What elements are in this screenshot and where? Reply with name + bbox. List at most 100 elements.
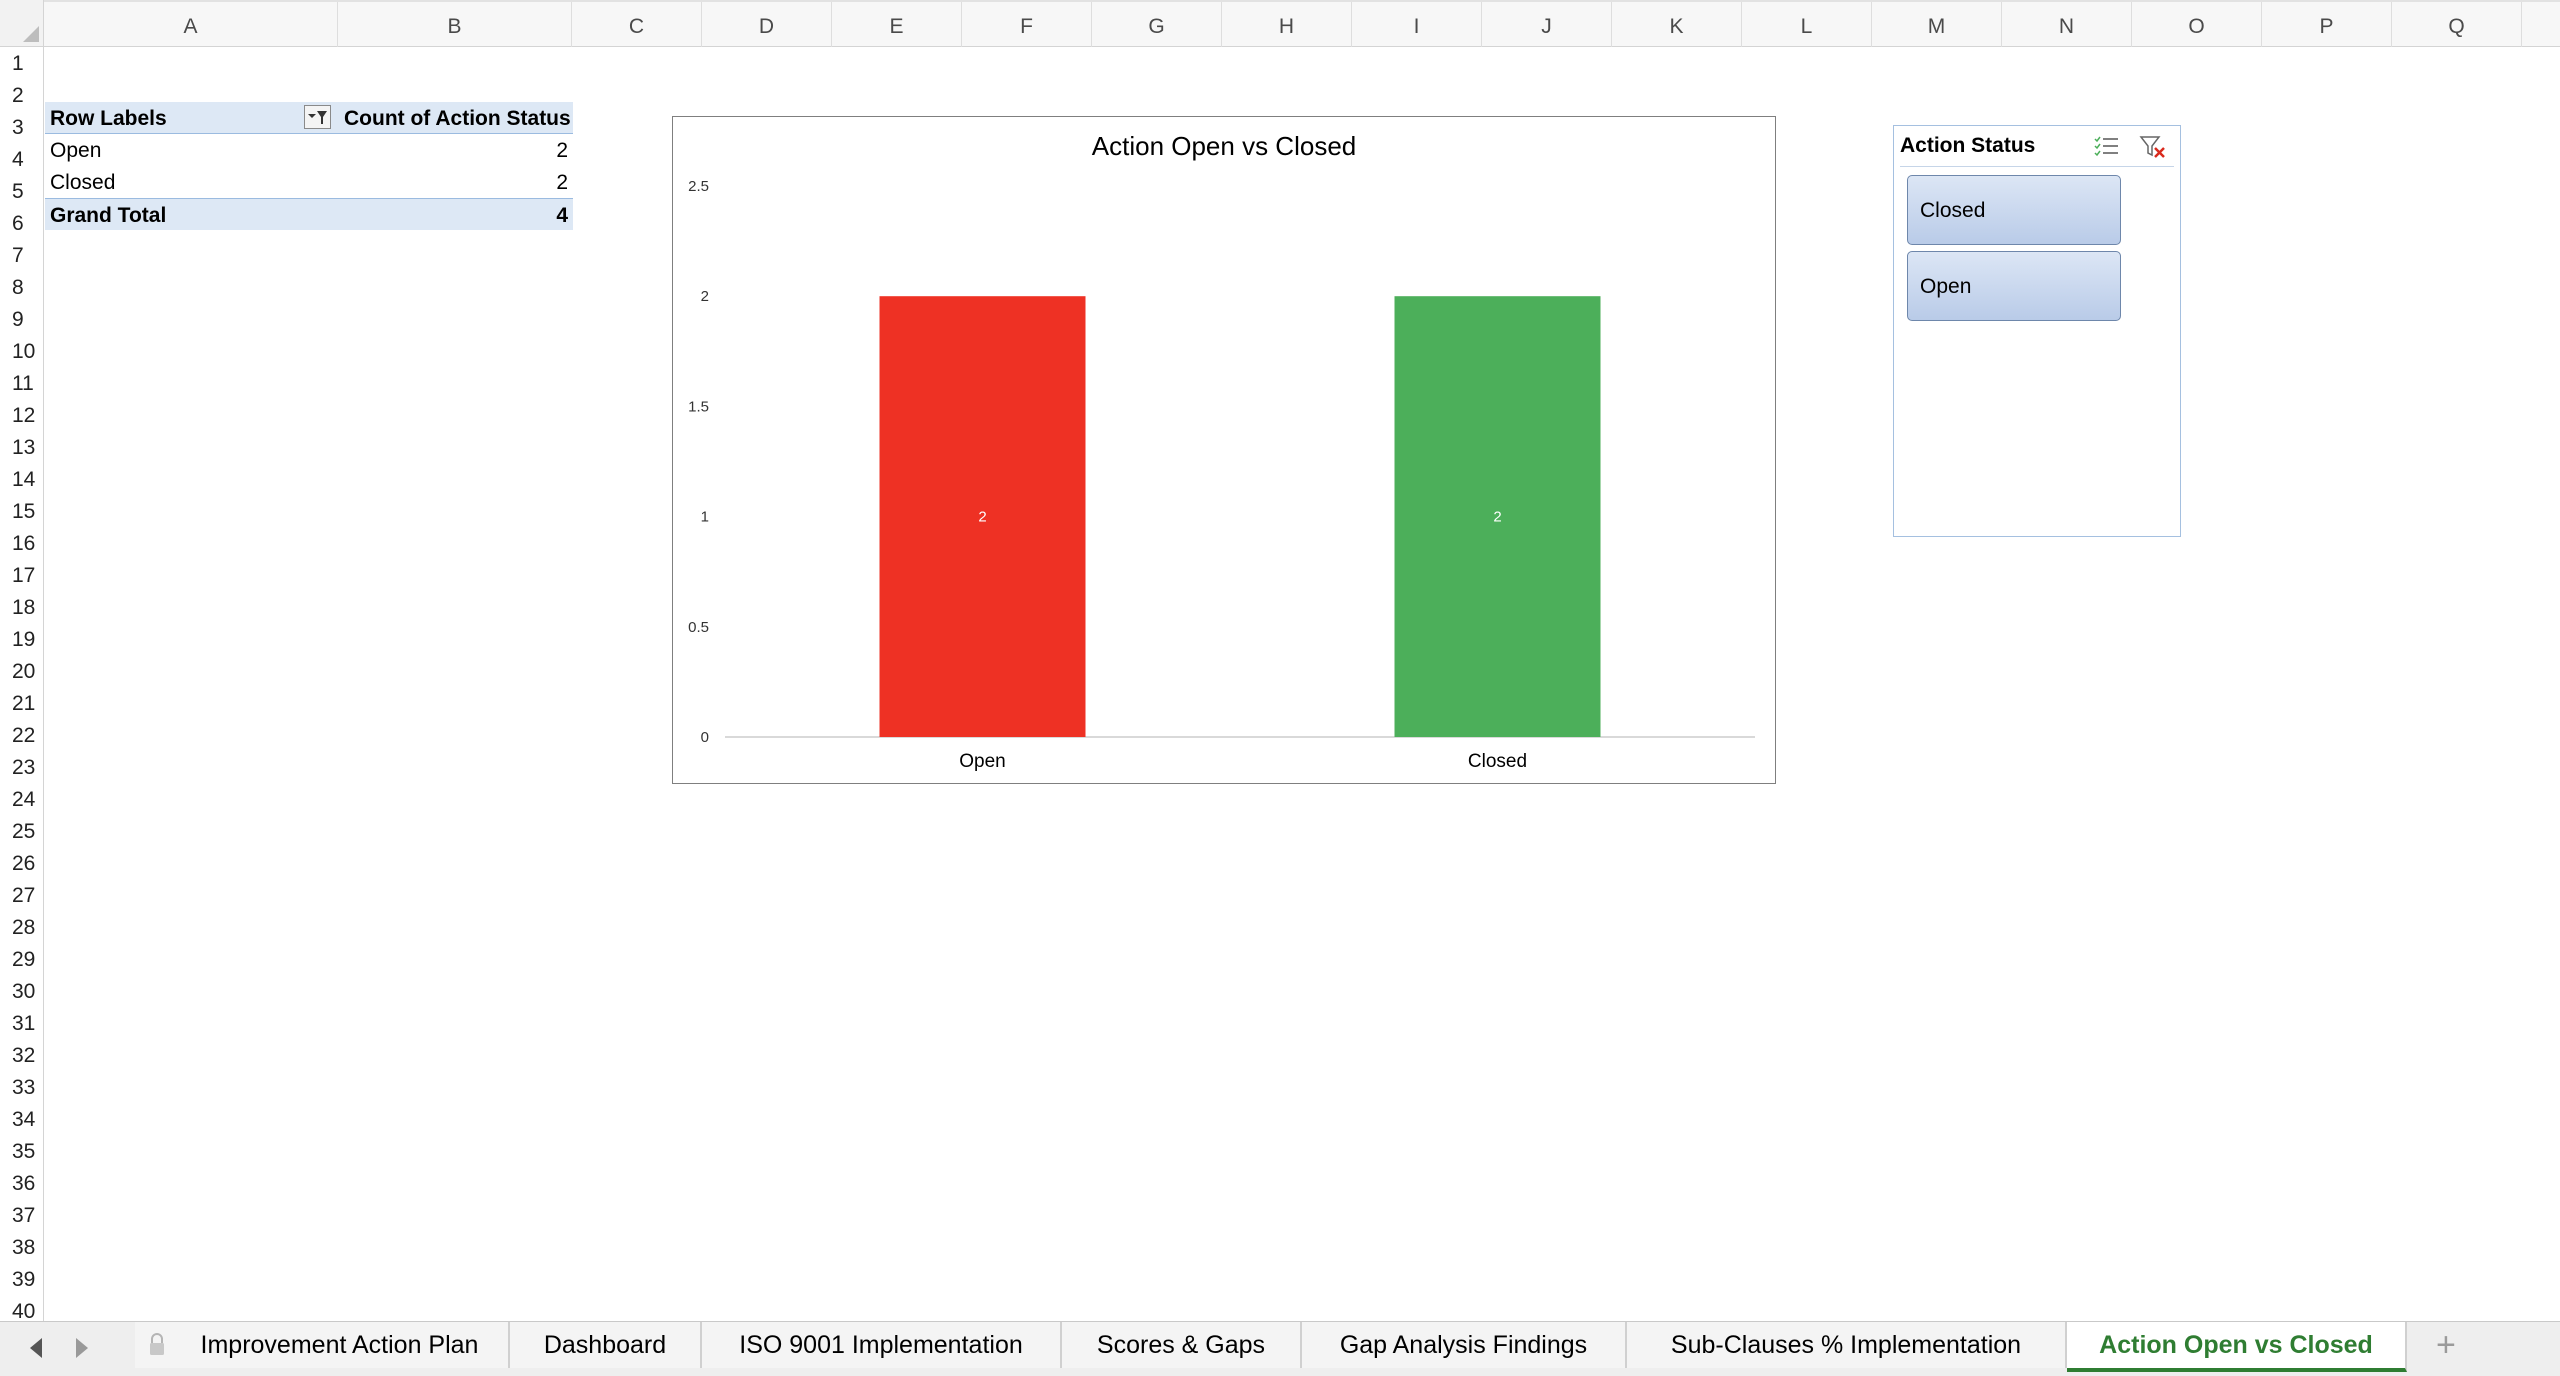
row-header[interactable]: 12: [0, 399, 44, 431]
row-header[interactable]: 19: [0, 623, 44, 655]
x-category-label: Closed: [1468, 751, 1527, 772]
column-header[interactable]: Q: [2392, 2, 2522, 47]
column-header[interactable]: O: [2132, 2, 2262, 47]
slicer-title: Action Status: [1900, 134, 2036, 157]
column-header[interactable]: J: [1482, 2, 1612, 47]
row-header[interactable]: 37: [0, 1199, 44, 1231]
tab-gap-analysis-findings[interactable]: Gap Analysis Findings: [1302, 1322, 1627, 1368]
tab-sub-clauses-implementation[interactable]: Sub-Clauses % Implementation: [1627, 1322, 2067, 1368]
row-header[interactable]: 24: [0, 783, 44, 815]
column-headers: A B C D E F G H I J K L M N O P Q: [44, 0, 2560, 47]
row-header[interactable]: 6: [0, 207, 44, 239]
row-header[interactable]: 16: [0, 527, 44, 559]
row-header[interactable]: 14: [0, 463, 44, 495]
pivot-row-label[interactable]: Closed: [45, 166, 339, 198]
tab-scores-and-gaps[interactable]: Scores & Gaps: [1062, 1322, 1302, 1368]
row-header[interactable]: 22: [0, 719, 44, 751]
row-header[interactable]: 36: [0, 1167, 44, 1199]
pivot-row-label[interactable]: Open: [45, 134, 339, 166]
row-header[interactable]: 3: [0, 111, 44, 143]
clear-filter-icon[interactable]: [2138, 132, 2168, 162]
row-header[interactable]: 4: [0, 143, 44, 175]
column-header[interactable]: A: [44, 2, 338, 47]
y-tick-label: 0: [701, 729, 709, 746]
row-header[interactable]: 9: [0, 303, 44, 335]
row-header[interactable]: 33: [0, 1071, 44, 1103]
row-header[interactable]: 32: [0, 1039, 44, 1071]
column-header[interactable]: I: [1352, 2, 1482, 47]
tab-improvement-action-plan[interactable]: Improvement Action Plan: [135, 1322, 510, 1368]
slicer-item-open[interactable]: Open: [1907, 251, 2121, 321]
row-header[interactable]: 35: [0, 1135, 44, 1167]
add-sheet-icon[interactable]: +: [2436, 1326, 2456, 1365]
pivot-total-label[interactable]: Grand Total: [45, 198, 339, 230]
bar-data-label: 2: [978, 509, 986, 526]
tab-dashboard[interactable]: Dashboard: [510, 1322, 702, 1368]
column-header[interactable]: L: [1742, 2, 1872, 47]
pivot-row-value[interactable]: 2: [339, 166, 573, 198]
row-header[interactable]: 10: [0, 335, 44, 367]
triangle-right-icon[interactable]: [72, 1336, 92, 1366]
row-header[interactable]: 34: [0, 1103, 44, 1135]
row-header[interactable]: 2: [0, 79, 44, 111]
column-header[interactable]: P: [2262, 2, 2392, 47]
column-header[interactable]: E: [832, 2, 962, 47]
bar-chart[interactable]: Action Open vs Closed 0 0.5 1 1.5 2 2.5 2 Open 2…: [672, 116, 1776, 784]
row-header[interactable]: 39: [0, 1263, 44, 1295]
row-header[interactable]: 1: [0, 47, 44, 79]
row-header[interactable]: 11: [0, 367, 44, 399]
select-all-corner[interactable]: [0, 0, 44, 47]
pivot-row-value[interactable]: 2: [339, 134, 573, 166]
column-header[interactable]: H: [1222, 2, 1352, 47]
row-header[interactable]: 13: [0, 431, 44, 463]
row-header[interactable]: 7: [0, 239, 44, 271]
row-headers: 1 2 3 4 5 6 7 8 9 10 11 12 13 14 15 16 17 18 19 20 21 22 23 24 2…: [0, 47, 44, 1323]
pivot-filter-button[interactable]: [304, 105, 331, 129]
row-header[interactable]: 38: [0, 1231, 44, 1263]
y-tick-label: 2: [701, 288, 709, 305]
row-header[interactable]: 17: [0, 559, 44, 591]
tab-iso-9001-implementation[interactable]: ISO 9001 Implementation: [702, 1322, 1062, 1368]
column-header[interactable]: N: [2002, 2, 2132, 47]
column-header[interactable]: F: [962, 2, 1092, 47]
bar-data-label: 2: [1493, 509, 1501, 526]
row-header[interactable]: 31: [0, 1007, 44, 1039]
row-header[interactable]: 25: [0, 815, 44, 847]
row-header[interactable]: 29: [0, 943, 44, 975]
column-header[interactable]: M: [1872, 2, 2002, 47]
row-header[interactable]: 20: [0, 655, 44, 687]
column-header[interactable]: G: [1092, 2, 1222, 47]
y-tick-label: 0.5: [688, 619, 709, 636]
row-header[interactable]: 28: [0, 911, 44, 943]
triangle-left-icon[interactable]: [26, 1336, 46, 1366]
sheet-tab-bar: Improvement Action Plan Dashboard ISO 90…: [0, 1321, 2560, 1376]
row-header[interactable]: 5: [0, 175, 44, 207]
y-tick-label: 2.5: [688, 178, 709, 195]
x-category-label: Open: [959, 751, 1005, 772]
column-header[interactable]: D: [702, 2, 832, 47]
lock-icon: [150, 1333, 164, 1355]
pivot-count-header[interactable]: Count of Action Status: [339, 102, 573, 134]
row-header[interactable]: 18: [0, 591, 44, 623]
pivot-total-value[interactable]: 4: [339, 198, 573, 230]
row-header[interactable]: 27: [0, 879, 44, 911]
slicer-item-closed[interactable]: Closed: [1907, 175, 2121, 245]
tab-label: Improvement Action Plan: [200, 1331, 479, 1359]
row-header[interactable]: 23: [0, 751, 44, 783]
row-header[interactable]: 21: [0, 687, 44, 719]
pivot-row-labels-header[interactable]: Row Labels: [45, 102, 339, 134]
row-header[interactable]: 30: [0, 975, 44, 1007]
y-tick-label: 1: [701, 509, 709, 526]
row-header[interactable]: 26: [0, 847, 44, 879]
chart-plot-area: 0 0.5 1 1.5 2 2.5 2 Open 2 Closed: [688, 178, 1755, 772]
row-header[interactable]: 15: [0, 495, 44, 527]
tab-action-open-vs-closed[interactable]: Action Open vs Closed: [2067, 1322, 2407, 1372]
multi-select-icon[interactable]: [2092, 132, 2122, 162]
row-header[interactable]: 8: [0, 271, 44, 303]
column-header[interactable]: B: [338, 2, 572, 47]
y-tick-label: 1.5: [688, 398, 709, 415]
action-status-slicer[interactable]: Action Status Closed Open: [1893, 125, 2181, 537]
column-header[interactable]: C: [572, 2, 702, 47]
column-header[interactable]: K: [1612, 2, 1742, 47]
slicer-separator: [1900, 166, 2174, 167]
